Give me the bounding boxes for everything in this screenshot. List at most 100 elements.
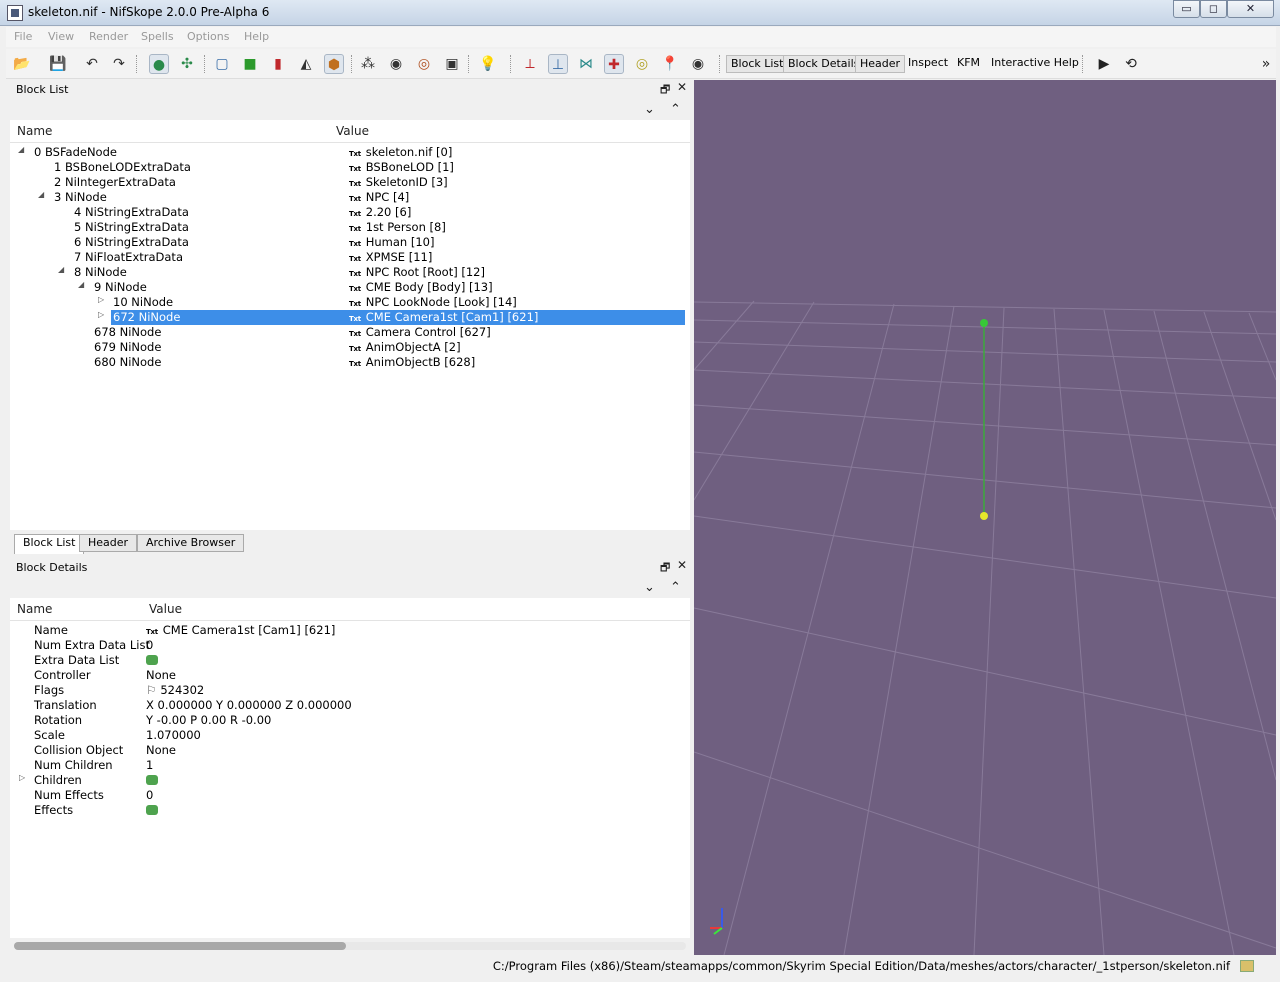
expanded-arrow-icon[interactable]: ◢ bbox=[78, 280, 84, 289]
tab-block-list[interactable]: Block List bbox=[14, 534, 85, 554]
detail-row[interactable]: Num Children 1 bbox=[10, 758, 690, 773]
markers-icon[interactable]: 📍 bbox=[660, 54, 680, 74]
column-name[interactable]: Name bbox=[17, 124, 52, 138]
view-top-icon[interactable]: ■ bbox=[240, 54, 260, 74]
tab-archive-browser[interactable]: Archive Browser bbox=[137, 534, 245, 552]
view-front-icon[interactable]: ▢ bbox=[212, 54, 232, 74]
detail-row[interactable]: Flags ⚐ 524302 bbox=[10, 683, 690, 698]
menu-help[interactable]: Help bbox=[244, 30, 269, 43]
maximize-button[interactable]: ◻ bbox=[1200, 0, 1227, 18]
collapse-all-icon[interactable]: ⌃ bbox=[670, 580, 681, 595]
select-vertex-icon[interactable]: ✣ bbox=[177, 54, 197, 74]
node-point-green[interactable] bbox=[980, 319, 988, 327]
detail-row[interactable]: Collision Object None bbox=[10, 743, 690, 758]
collapse-all-icon[interactable]: ⌃ bbox=[670, 102, 681, 117]
perspective-icon[interactable]: ⬢ bbox=[324, 54, 344, 74]
detail-row[interactable]: Extra Data List bbox=[10, 653, 690, 668]
detail-row[interactable]: ▷ Children bbox=[10, 773, 690, 788]
detail-row[interactable]: Rotation Y -0.00 P 0.00 R -0.00 bbox=[10, 713, 690, 728]
menu-render[interactable]: Render bbox=[89, 30, 128, 43]
expanded-arrow-icon[interactable]: ◢ bbox=[18, 145, 24, 154]
node-point-yellow[interactable] bbox=[980, 512, 988, 520]
block-list-title: Block List bbox=[16, 83, 69, 96]
node-axes-icon[interactable]: ⊥ bbox=[548, 54, 568, 74]
close-panel-icon[interactable]: ✕ bbox=[677, 558, 687, 572]
minimize-button[interactable]: ▭ bbox=[1173, 0, 1200, 18]
visibility-icon[interactable]: ◉ bbox=[688, 54, 708, 74]
scrollbar-thumb[interactable] bbox=[14, 942, 346, 950]
tree-row[interactable]: ◢ 8 NiNode Txt NPC Root [Root] [12] bbox=[10, 265, 690, 280]
column-name[interactable]: Name bbox=[17, 602, 52, 616]
light-bulb-icon[interactable]: 💡 bbox=[478, 54, 498, 74]
tree-row[interactable]: ◢ 9 NiNode Txt CME Body [Body] [13] bbox=[10, 280, 690, 295]
close-panel-icon[interactable]: ✕ bbox=[677, 80, 687, 94]
menu-view[interactable]: View bbox=[48, 30, 74, 43]
play-icon[interactable]: ▶ bbox=[1094, 54, 1114, 74]
toolbar-kfm[interactable]: KFM bbox=[953, 55, 984, 73]
expand-all-icon[interactable]: ⌄ bbox=[644, 102, 655, 117]
tree-row[interactable]: ◢ 0 BSFadeNode Txt skeleton.nif [0] bbox=[10, 145, 690, 160]
menu-options[interactable]: Options bbox=[187, 30, 229, 43]
column-value[interactable]: Value bbox=[336, 124, 369, 138]
toolbar-block-list[interactable]: Block List bbox=[726, 55, 789, 73]
nodes-icon[interactable]: ⋈ bbox=[576, 54, 596, 74]
tree-row[interactable]: 7 NiFloatExtraData Txt XPMSE [11] bbox=[10, 250, 690, 265]
expanded-arrow-icon[interactable]: ◢ bbox=[38, 190, 44, 199]
havok-icon[interactable]: ✚ bbox=[604, 54, 624, 74]
save-icon[interactable]: 💾 bbox=[48, 54, 68, 74]
tree-row[interactable]: 678 NiNode Txt Camera Control [627] bbox=[10, 325, 690, 340]
loop-icon[interactable]: ⟲ bbox=[1121, 54, 1141, 74]
screenshot-icon[interactable]: ▣ bbox=[442, 54, 462, 74]
constraints-icon[interactable]: ◎ bbox=[632, 54, 652, 74]
block-list-tree[interactable]: Name Value ◢ 0 BSFadeNode Txt skeleton.ni… bbox=[10, 120, 690, 530]
open-icon[interactable]: 📂 bbox=[12, 54, 32, 74]
detail-row[interactable]: Effects bbox=[10, 803, 690, 818]
undock-icon[interactable]: 🗗 bbox=[660, 81, 670, 100]
walk-icon[interactable]: ⁂ bbox=[358, 54, 378, 74]
tree-row[interactable]: 6 NiStringExtraData Txt Human [10] bbox=[10, 235, 690, 250]
tree-row[interactable]: 1 BSBoneLODExtraData Txt BSBoneLOD [1] bbox=[10, 160, 690, 175]
axes-icon[interactable]: ⟂ bbox=[520, 54, 540, 74]
folder-icon[interactable] bbox=[1240, 960, 1254, 972]
eye-texture-icon[interactable]: ◎ bbox=[414, 54, 434, 74]
undock-icon[interactable]: 🗗 bbox=[660, 559, 670, 578]
menu-spells[interactable]: Spells bbox=[141, 30, 174, 43]
tab-header[interactable]: Header bbox=[79, 534, 138, 552]
toolbar-block-details[interactable]: Block Details bbox=[783, 55, 865, 73]
toolbar-interactive-help[interactable]: Interactive Help bbox=[987, 55, 1083, 73]
toolbar-overflow-icon[interactable]: » bbox=[1256, 54, 1276, 74]
select-object-icon[interactable]: ● bbox=[149, 54, 169, 74]
detail-row[interactable]: Translation X 0.000000 Y 0.000000 Z 0.00… bbox=[10, 698, 690, 713]
tree-row[interactable]: ◢ 3 NiNode Txt NPC [4] bbox=[10, 190, 690, 205]
menu-file[interactable]: File bbox=[14, 30, 32, 43]
eye-icon[interactable]: ◉ bbox=[386, 54, 406, 74]
tree-row[interactable]: 680 NiNode Txt AnimObjectB [628] bbox=[10, 355, 690, 370]
collapsed-arrow-icon[interactable]: ▷ bbox=[98, 310, 104, 319]
undo-icon[interactable]: ↶ bbox=[82, 54, 102, 74]
tree-row[interactable]: 5 NiStringExtraData Txt 1st Person [8] bbox=[10, 220, 690, 235]
view-side-icon[interactable]: ▮ bbox=[268, 54, 288, 74]
detail-row[interactable]: Scale 1.070000 bbox=[10, 728, 690, 743]
detail-row[interactable]: Name Txt CME Camera1st [Cam1] [621] bbox=[10, 623, 690, 638]
collapsed-arrow-icon[interactable]: ▷ bbox=[98, 295, 104, 304]
redo-icon[interactable]: ↷ bbox=[109, 54, 129, 74]
detail-row[interactable]: Num Effects 0 bbox=[10, 788, 690, 803]
detail-row[interactable]: Controller None bbox=[10, 668, 690, 683]
column-value[interactable]: Value bbox=[149, 602, 182, 616]
tree-row-selected[interactable]: ▷ 672 NiNode Txt CME Camera1st [Cam1] [62… bbox=[10, 310, 690, 325]
expanded-arrow-icon[interactable]: ◢ bbox=[58, 265, 64, 274]
detail-row[interactable]: Num Extra Data List 0 bbox=[10, 638, 690, 653]
toolbar-header[interactable]: Header bbox=[855, 55, 906, 73]
render-viewport[interactable] bbox=[694, 80, 1276, 955]
tree-row[interactable]: ▷ 10 NiNode Txt NPC LookNode [Look] [14] bbox=[10, 295, 690, 310]
collapsed-arrow-icon[interactable]: ▷ bbox=[19, 773, 25, 782]
flip-view-icon[interactable]: ◭ bbox=[296, 54, 316, 74]
toolbar-inspect[interactable]: Inspect bbox=[904, 55, 952, 73]
close-button[interactable]: ✕ bbox=[1227, 0, 1274, 18]
horizontal-scrollbar[interactable] bbox=[14, 942, 686, 950]
expand-all-icon[interactable]: ⌄ bbox=[644, 580, 655, 595]
tree-row[interactable]: 2 NiIntegerExtraData Txt SkeletonID [3] bbox=[10, 175, 690, 190]
tree-row[interactable]: 4 NiStringExtraData Txt 2.20 [6] bbox=[10, 205, 690, 220]
block-details-tree[interactable]: Name Value Name Txt CME Camera1st [Cam1] … bbox=[10, 598, 690, 938]
tree-row[interactable]: 679 NiNode Txt AnimObjectA [2] bbox=[10, 340, 690, 355]
